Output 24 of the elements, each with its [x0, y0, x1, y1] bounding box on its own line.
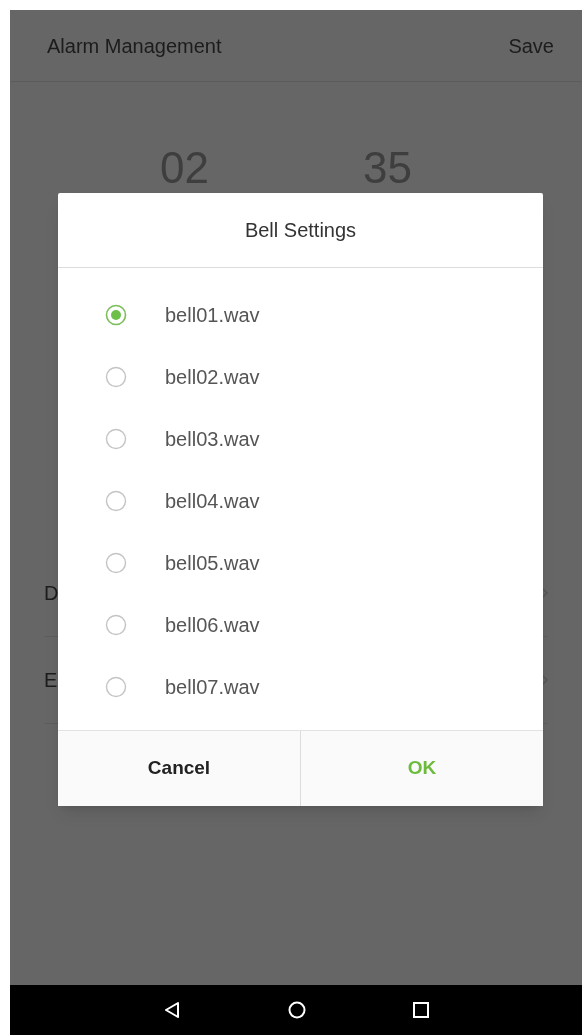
bell-option[interactable]: bell04.wav: [58, 470, 543, 532]
radio-button[interactable]: [105, 304, 127, 326]
radio-button[interactable]: [105, 428, 127, 450]
bell-option[interactable]: bell02.wav: [58, 346, 543, 408]
chevron-right-icon: [540, 673, 548, 687]
radio-button[interactable]: [105, 552, 127, 574]
bell-option[interactable]: bell07.wav: [58, 656, 543, 718]
radio-button[interactable]: [105, 366, 127, 388]
bell-option[interactable]: bell05.wav: [58, 532, 543, 594]
recent-apps-icon[interactable]: [412, 1002, 429, 1018]
back-icon[interactable]: [163, 1001, 182, 1019]
chevron-right-icon: [540, 586, 548, 600]
radio-button[interactable]: [105, 490, 127, 512]
bell-option[interactable]: bell03.wav: [58, 408, 543, 470]
bell-option[interactable]: bell01.wav: [58, 284, 543, 346]
bell-option[interactable]: bell06.wav: [58, 594, 543, 656]
cancel-button[interactable]: Cancel: [58, 731, 300, 806]
radio-button[interactable]: [105, 614, 127, 636]
setting-label: D: [44, 581, 59, 606]
setting-label: E: [44, 668, 58, 693]
radio-button[interactable]: [105, 676, 127, 698]
home-icon[interactable]: [288, 1001, 306, 1019]
page-title: Alarm Management: [47, 33, 222, 59]
dialog-title: Bell Settings: [244, 218, 357, 243]
